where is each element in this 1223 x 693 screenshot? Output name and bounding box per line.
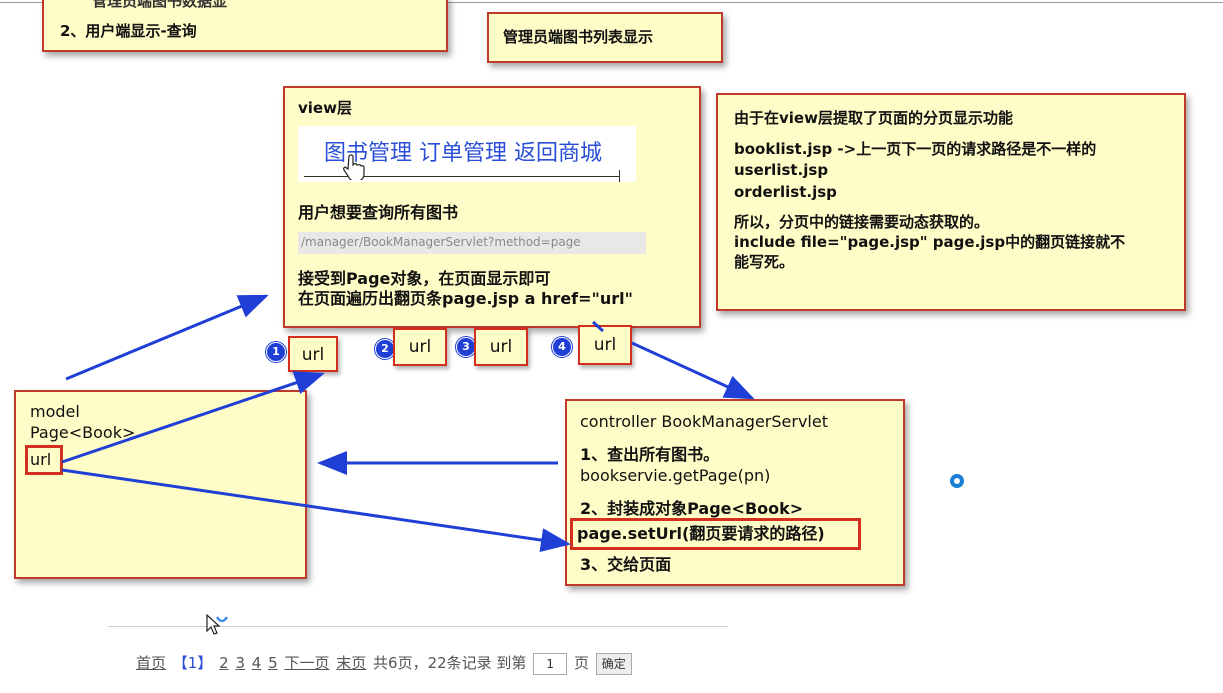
hand-cursor-icon — [343, 154, 365, 180]
url-box-2: url — [393, 328, 447, 366]
view-title: view层 — [298, 99, 352, 117]
model-url-label: url — [30, 450, 52, 469]
url-strip: /manager/BookManagerServlet?method=page — [298, 232, 646, 254]
note-box: 由于在view层提取了页面的分页显示功能 booklist.jsp ->上一页下… — [716, 93, 1186, 311]
controller-step1-code: bookservie.getPage(pn) — [580, 466, 771, 485]
pagination-bar: 首页 【1】 2 3 4 5 下一页 末页 共6页，22条记录 到第 1 页 确… — [136, 652, 634, 675]
url-box-1: url — [288, 336, 338, 372]
note-line3: userlist.jsp — [734, 161, 829, 179]
current-page: 【1】 — [172, 654, 213, 672]
controller-step3: 3、交给页面 — [580, 555, 672, 574]
note-line2: booklist.jsp ->上一页下一页的请求路径是不一样的 — [734, 140, 1097, 158]
controller-step2: 2、封装成对象Page<Book> — [580, 499, 804, 518]
url-box-4: url — [578, 325, 632, 365]
view-line1: 接受到Page对象，在页面显示即可 — [298, 269, 551, 288]
url-box-3: url — [474, 328, 528, 366]
arrow-to-controller — [631, 341, 755, 400]
admin-title-box: 管理员端图书列表显示 — [487, 12, 723, 63]
note-line6: include file="page.jsp" page.jsp中的翻页链接就不 — [734, 233, 1126, 251]
page-4-link[interactable]: 4 — [252, 654, 262, 672]
set-url-highlight: page.setUrl(翻页要请求的路径) — [570, 518, 861, 550]
note-line4: orderlist.jsp — [734, 183, 837, 201]
note-line1: 由于在view层提取了页面的分页显示功能 — [734, 109, 1013, 127]
page-5-link[interactable]: 5 — [268, 654, 278, 672]
step-4-badge: 4 — [552, 337, 572, 357]
partial-line: 管理员端图书数据显 — [92, 0, 228, 10]
user-query-box: 管理员端图书数据显 2、用户端显示-查询 — [42, 0, 448, 52]
admin-title-label: 管理员端图书列表显示 — [503, 28, 654, 46]
next-page-link[interactable]: 下一页 — [284, 654, 329, 672]
note-line5: 所以，分页中的链接需要动态获取的。 — [734, 213, 990, 231]
controller-box: controller BookManagerServlet 1、查出所有图书。 … — [565, 399, 905, 586]
model-box: model Page<Book> — [14, 390, 307, 579]
controller-step1: 1、查出所有图书。 — [580, 445, 720, 464]
controller-step2-code: page.setUrl(翻页要请求的路径) — [577, 524, 825, 543]
url-text: /manager/BookManagerServlet?method=page — [301, 235, 581, 249]
arrow-to-view — [65, 294, 269, 381]
view-line2: 在页面遍历出翻页条page.jsp a href="url" — [298, 289, 633, 308]
nav-links[interactable]: 图书管理 订单管理 返回商城 — [324, 135, 602, 167]
pagination-divider — [108, 626, 728, 627]
page-3-link[interactable]: 3 — [235, 654, 245, 672]
loading-icon — [216, 616, 228, 622]
model-url-box: url — [25, 445, 63, 475]
note-line7: 能写死。 — [734, 253, 795, 271]
query-text: 用户想要查询所有图书 — [298, 203, 459, 222]
user-query-label: 2、用户端显示-查询 — [60, 22, 197, 40]
step-3-badge: 3 — [456, 337, 476, 357]
first-page-link[interactable]: 首页 — [136, 654, 166, 672]
page-suffix: 页 — [574, 654, 590, 672]
view-layer-box: view层 图书管理 订单管理 返回商城 用户想要查询所有图书 /manager… — [283, 86, 701, 328]
step-1-badge: 1 — [266, 342, 286, 362]
last-page-link[interactable]: 末页 — [336, 654, 366, 672]
controller-title: controller BookManagerServlet — [580, 412, 828, 431]
nav-right-tick — [619, 170, 620, 182]
confirm-button[interactable]: 确定 — [595, 652, 632, 675]
cursor-ring-icon — [950, 474, 964, 488]
model-line1: model — [30, 402, 80, 421]
step-2-badge: 2 — [375, 339, 395, 359]
model-line2: Page<Book> — [30, 423, 136, 442]
page-number-input[interactable]: 1 — [533, 652, 568, 675]
pagination-summary: 共6页，22条记录 到第 — [373, 654, 527, 672]
page-2-link[interactable]: 2 — [219, 654, 229, 672]
